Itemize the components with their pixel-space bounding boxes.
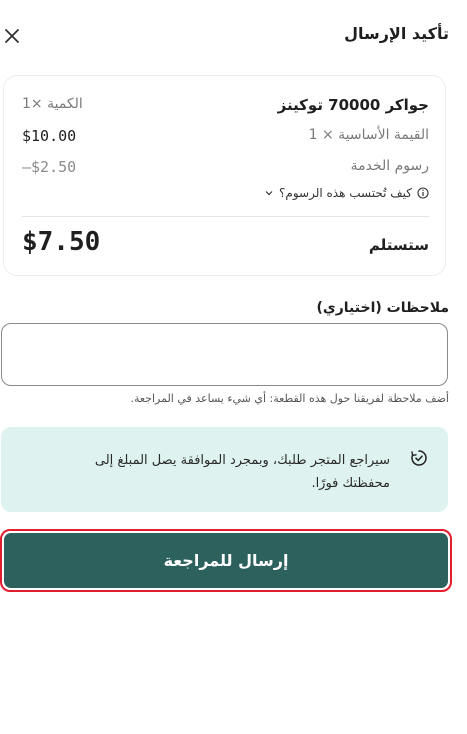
summary-card: جواكر 70000 توكينز الكمية ×1 القيمة الأس…	[3, 75, 446, 276]
service-fee-value: –$2.50	[22, 158, 77, 176]
quantity-label: الكمية ×1	[22, 96, 83, 112]
divider	[22, 216, 429, 217]
dialog-title: تأكيد الإرسال	[344, 24, 449, 43]
product-name: جواكر 70000 توكينز	[277, 96, 429, 114]
base-value: $10.00	[22, 127, 77, 145]
notes-input[interactable]	[1, 323, 448, 386]
info-icon	[417, 187, 429, 199]
receive-amount: $7.50	[22, 227, 101, 257]
review-info-text: سيراجع المتجر طلبك، وبمجرد الموافقة يصل …	[94, 453, 390, 491]
submit-button-highlight: إرسال للمراجعة	[0, 529, 452, 592]
chevron-down-icon	[265, 191, 273, 196]
submit-for-review-button[interactable]: إرسال للمراجعة	[4, 533, 448, 588]
fee-info-link[interactable]: كيف تُحتسب هذه الرسوم؟	[264, 186, 429, 200]
service-fee-label: رسوم الخدمة	[350, 158, 429, 174]
base-value-label: القيمة الأساسية × 1	[308, 127, 429, 143]
notes-helper-text: أضف ملاحظة لفريقنا حول هذه القطعة: أي شي…	[130, 392, 449, 405]
receive-label: ستستلم	[368, 236, 429, 254]
fee-info-text: كيف تُحتسب هذه الرسوم؟	[279, 186, 412, 200]
clock-check-icon	[410, 449, 428, 471]
close-button[interactable]	[2, 26, 22, 46]
dialog-header: تأكيد الإرسال	[0, 0, 467, 72]
review-info-box: سيراجع المتجر طلبك، وبمجرد الموافقة يصل …	[1, 427, 448, 512]
notes-label: ملاحظات (اختياري)	[316, 300, 450, 316]
close-icon	[5, 29, 19, 43]
